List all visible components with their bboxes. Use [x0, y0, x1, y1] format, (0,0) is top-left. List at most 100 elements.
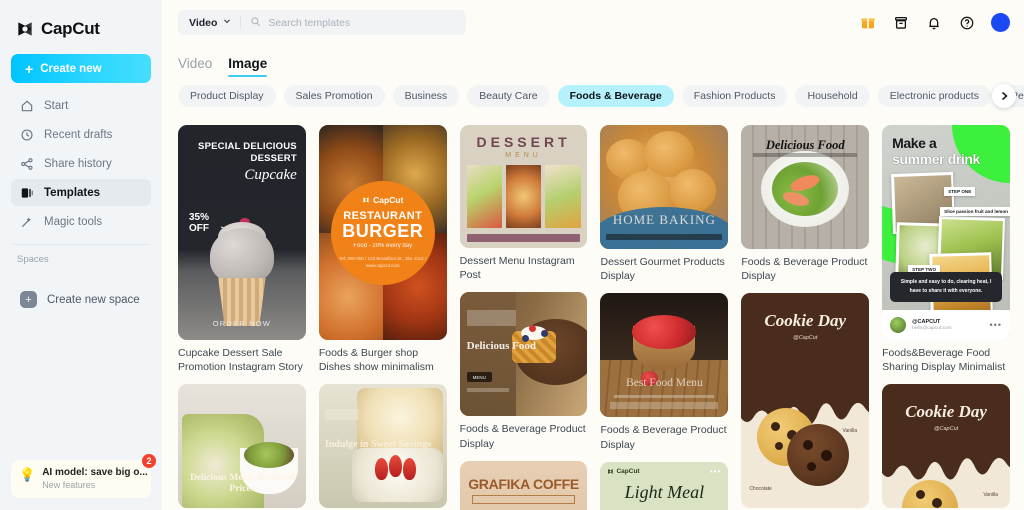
sidebar-item-start[interactable]: Start: [11, 92, 151, 119]
template-caption: Cupcake Dessert Sale Promotion Instagram…: [178, 347, 303, 374]
more-dots-icon: •••: [989, 320, 1002, 330]
art-step-tag: STEP ONE: [944, 187, 976, 196]
template-caption: Foods & Beverage Product Display: [459, 423, 586, 450]
template-thumbnail: GRAFIKA COFFE: [459, 460, 588, 510]
template-card[interactable]: Cookie Day @CapCut Vanilla: [882, 384, 1010, 509]
art-headline: HOME BAKING: [612, 212, 716, 227]
home-icon: [20, 99, 34, 113]
template-card[interactable]: SPECIAL DELICIOUS DESSERT Cupcake 35% OFF: [178, 125, 306, 374]
help-icon[interactable]: [958, 14, 975, 31]
chevron-right-icon[interactable]: [992, 84, 1016, 108]
sidebar-item-recent-drafts[interactable]: Recent drafts: [11, 121, 151, 148]
template-card[interactable]: DESSERT MENU Dessert Menu Instagram Post: [459, 125, 588, 282]
art-headline: Indulge in Sweet Savings: [324, 438, 432, 450]
template-thumbnail: CapCut ••• Light Meal: [600, 461, 729, 510]
art-label-vanilla: Vanilla: [983, 492, 998, 499]
template-thumbnail: Cookie Day @CapCut Vanilla: [882, 384, 1010, 509]
app-root: CapCut + Create new Start Recent drafts …: [0, 0, 1024, 510]
thumb-art-text: SPECIAL DELICIOUS DESSERT Cupcake: [178, 141, 297, 184]
tab-image[interactable]: Image: [228, 56, 268, 77]
sidebar-item-share-history[interactable]: Share history: [11, 150, 151, 177]
cookie-vanilla: [902, 480, 959, 509]
sidebar-item-templates[interactable]: Templates: [11, 179, 151, 206]
template-thumbnail: Best Food Menu: [600, 293, 729, 418]
search-scope-dropdown[interactable]: Video: [178, 10, 240, 35]
template-card[interactable]: Indulge in Sweet Savings: [318, 384, 447, 509]
chevron-down-icon: [222, 16, 232, 29]
template-card[interactable]: Delicious Food MENU Foods & Beverage Pro…: [459, 292, 588, 450]
create-new-space-label: Create new space: [47, 293, 140, 306]
chip-sales-promotion[interactable]: Sales Promotion: [283, 85, 385, 107]
create-new-button[interactable]: + Create new: [11, 54, 151, 83]
sidebar-item-label: Magic tools: [44, 215, 103, 228]
template-card[interactable]: CapCut RESTAURANT BURGER Food - 20% ever…: [318, 125, 447, 374]
sidebar-item-label: Recent drafts: [44, 128, 113, 141]
capcut-logo-icon: [363, 197, 369, 203]
art-headline: Cookie Day: [764, 311, 847, 331]
art-cta: ORDER NOW: [212, 319, 272, 328]
clock-icon: [20, 128, 34, 142]
template-card[interactable]: HOME BAKING Dessert Gourmet Products Dis…: [600, 125, 729, 283]
main-content: Video Search templates Video Image Produ…: [162, 0, 1024, 510]
template-card[interactable]: CapCut ••• Light Meal: [600, 461, 729, 510]
template-thumbnail: HOME BAKING: [600, 125, 729, 249]
capcut-logo-icon: [15, 19, 35, 39]
art-tagline: Food - 20% every day: [353, 243, 413, 250]
chip-product-display[interactable]: Product Display: [178, 85, 276, 107]
chip-beauty-care[interactable]: Beauty Care: [467, 85, 550, 107]
promo-subtitle: New features: [42, 480, 96, 490]
create-new-space-button[interactable]: + Create new space: [11, 291, 151, 308]
grid-column-4: HOME BAKING Dessert Gourmet Products Dis…: [600, 125, 729, 510]
plus-icon: +: [25, 60, 34, 77]
template-card[interactable]: Delicious Food Foods & Beverage Product …: [741, 125, 870, 283]
photo-strip: [466, 165, 581, 228]
art-step-tag: Slice passion fruit and lemon: [940, 207, 1010, 216]
art-handle: @CAPCUT: [912, 319, 941, 325]
art-headline: Make a: [892, 135, 937, 151]
sidebar-item-magic-tools[interactable]: Magic tools: [11, 208, 151, 235]
template-card[interactable]: GRAFIKA COFFE: [459, 460, 588, 510]
avatar[interactable]: [991, 13, 1010, 32]
search-placeholder: Search templates: [268, 16, 351, 29]
promo-badge: 2: [142, 454, 156, 468]
template-card[interactable]: Best Food Menu Foods & Beverage Product …: [600, 293, 729, 451]
chip-fashion-products[interactable]: Fashion Products: [681, 85, 788, 107]
create-new-label: Create new: [40, 62, 102, 75]
brand-logo[interactable]: CapCut: [11, 0, 151, 44]
top-bar-icons: [859, 13, 1010, 32]
art-subheadline: MENU: [505, 152, 542, 159]
art-subheadline: summer drink: [892, 151, 980, 167]
art-headline: Cookie Day: [905, 402, 987, 422]
art-subheadline: @CapCut: [793, 335, 818, 342]
art-account-bar: @CAPCUT hello@capcut.com •••: [882, 310, 1010, 340]
bell-icon[interactable]: [925, 14, 942, 31]
template-card[interactable]: Delicious Meals, Reduced Prices: [178, 384, 306, 509]
chip-electronic-products[interactable]: Electronic products: [877, 85, 991, 107]
grid-column-1: SPECIAL DELICIOUS DESSERT Cupcake 35% OFF: [178, 125, 306, 510]
art-subheadline: @CapCut: [933, 426, 959, 433]
chip-foods-beverage[interactable]: Foods & Beverage: [557, 85, 674, 107]
sidebar-nav: Start Recent drafts Share history Templa…: [11, 92, 151, 235]
sidebar: CapCut + Create new Start Recent drafts …: [0, 0, 162, 510]
template-card[interactable]: Make a summer drink STEP ONE Slice passi…: [882, 125, 1010, 374]
gift-icon[interactable]: [859, 14, 876, 31]
template-card[interactable]: Cookie Day @CapCut Vanilla: [741, 293, 870, 509]
template-caption: Foods&Beverage Food Sharing Display Mini…: [882, 347, 1006, 374]
art-email: hello@capcut.com: [912, 326, 952, 331]
capcut-logo-icon: [608, 468, 614, 474]
category-chips-row: Product Display Sales Promotion Business…: [162, 84, 1024, 117]
chip-household[interactable]: Household: [795, 85, 870, 107]
template-caption: Foods & Beverage Product Display: [741, 256, 868, 283]
promo-banner[interactable]: 💡 AI model: save big o... New features 2: [11, 454, 156, 498]
tab-video[interactable]: Video: [178, 56, 212, 77]
spaces-section-label: Spaces: [17, 254, 49, 265]
chip-business[interactable]: Business: [392, 85, 460, 107]
grid-column-3: DESSERT MENU Dessert Menu Instagram Post: [459, 125, 588, 510]
content-type-tabs: Video Image: [162, 45, 1024, 77]
search-icon: [250, 14, 261, 32]
category-chips: Product Display Sales Promotion Business…: [162, 85, 1024, 107]
share-icon: [20, 157, 34, 171]
search-input[interactable]: Search templates: [241, 14, 466, 32]
art-contact: Tel: 000-000 / 123 Broadfoot St., Sta. C…: [339, 256, 427, 268]
archive-icon[interactable]: [892, 14, 909, 31]
